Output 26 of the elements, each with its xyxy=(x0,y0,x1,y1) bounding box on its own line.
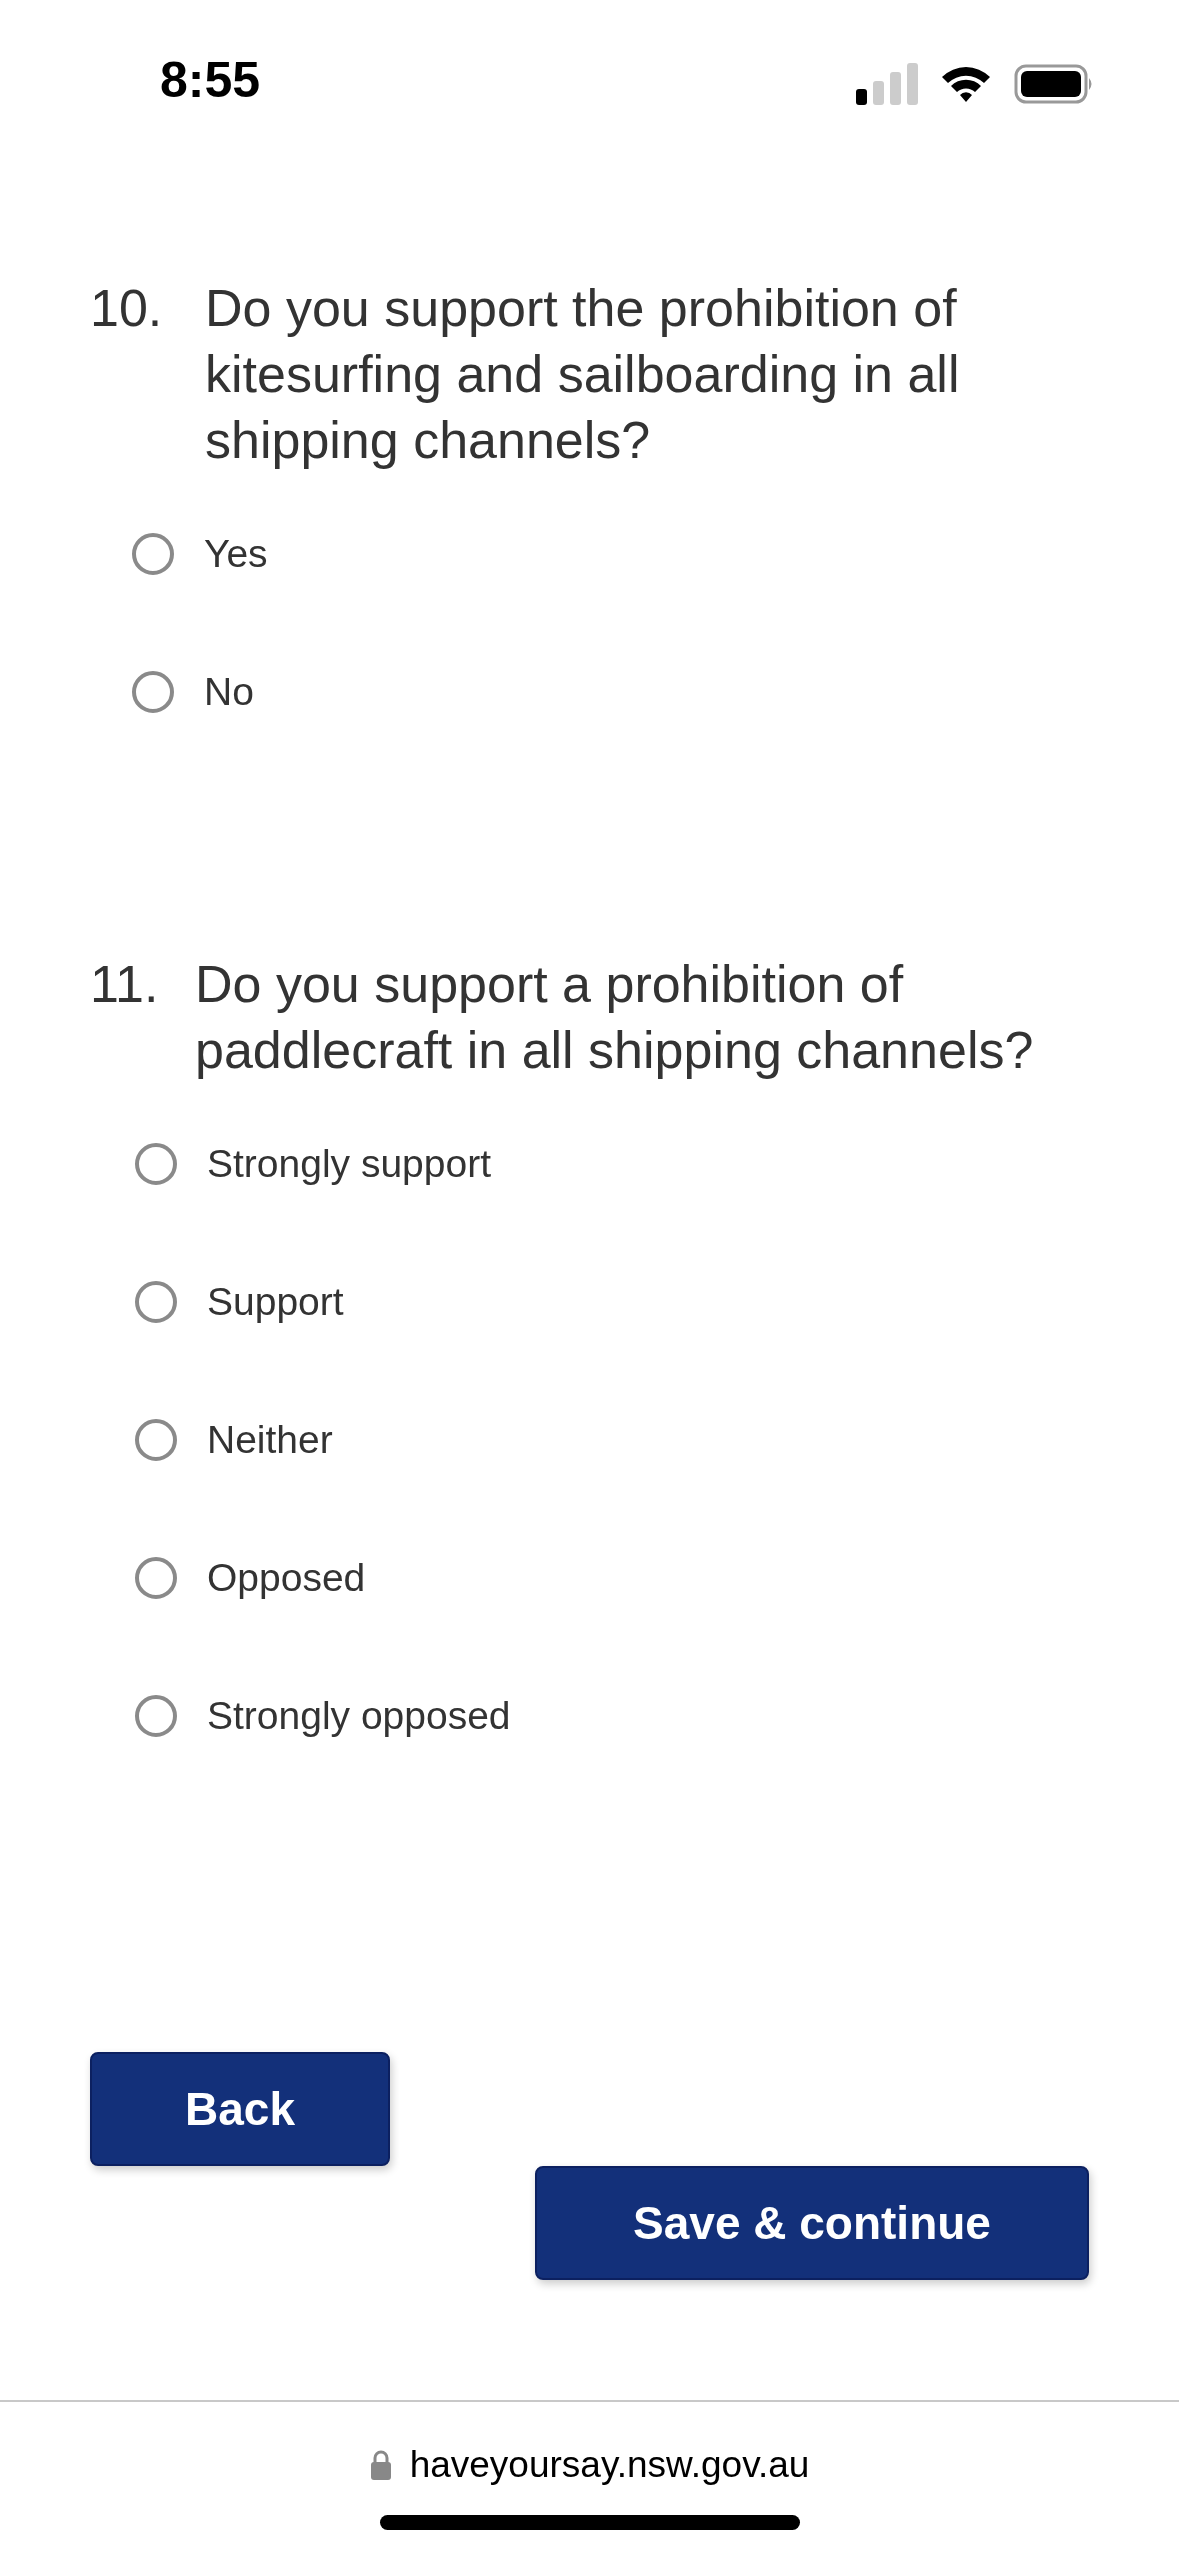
radio-button[interactable] xyxy=(132,671,174,713)
question-text: Do you support a prohibition of paddlecraft in all shipping channels? xyxy=(195,954,1035,1081)
option-label: Yes xyxy=(204,530,268,577)
radio-button[interactable] xyxy=(135,1695,177,1737)
url-text: haveyoursay.nsw.gov.au xyxy=(409,2443,810,2487)
battery-icon xyxy=(1014,64,1094,104)
option-label: Opposed xyxy=(207,1554,366,1601)
save-continue-button[interactable]: Save & continue xyxy=(535,2166,1089,2280)
option-label: Neither xyxy=(207,1416,333,1463)
radio-button[interactable] xyxy=(135,1281,177,1323)
option-label: No xyxy=(204,668,254,715)
question-number: 11. xyxy=(90,954,160,1015)
question-number: 10. xyxy=(90,278,164,339)
option-label: Strongly support xyxy=(207,1140,491,1187)
radio-button[interactable] xyxy=(135,1143,177,1185)
signal-icon xyxy=(856,63,918,105)
radio-button[interactable] xyxy=(132,533,174,575)
wifi-icon xyxy=(940,64,992,104)
option-label: Strongly opposed xyxy=(207,1692,511,1739)
radio-button[interactable] xyxy=(135,1557,177,1599)
option-label: Support xyxy=(207,1278,344,1325)
lock-icon xyxy=(369,2449,392,2480)
back-button[interactable]: Back xyxy=(90,2052,390,2166)
radio-button[interactable] xyxy=(135,1419,177,1461)
clock-time: 8:55 xyxy=(160,55,261,105)
question-text: Do you support the prohibition of kitesurfing and sailboarding in all shipping channels? xyxy=(205,278,961,471)
